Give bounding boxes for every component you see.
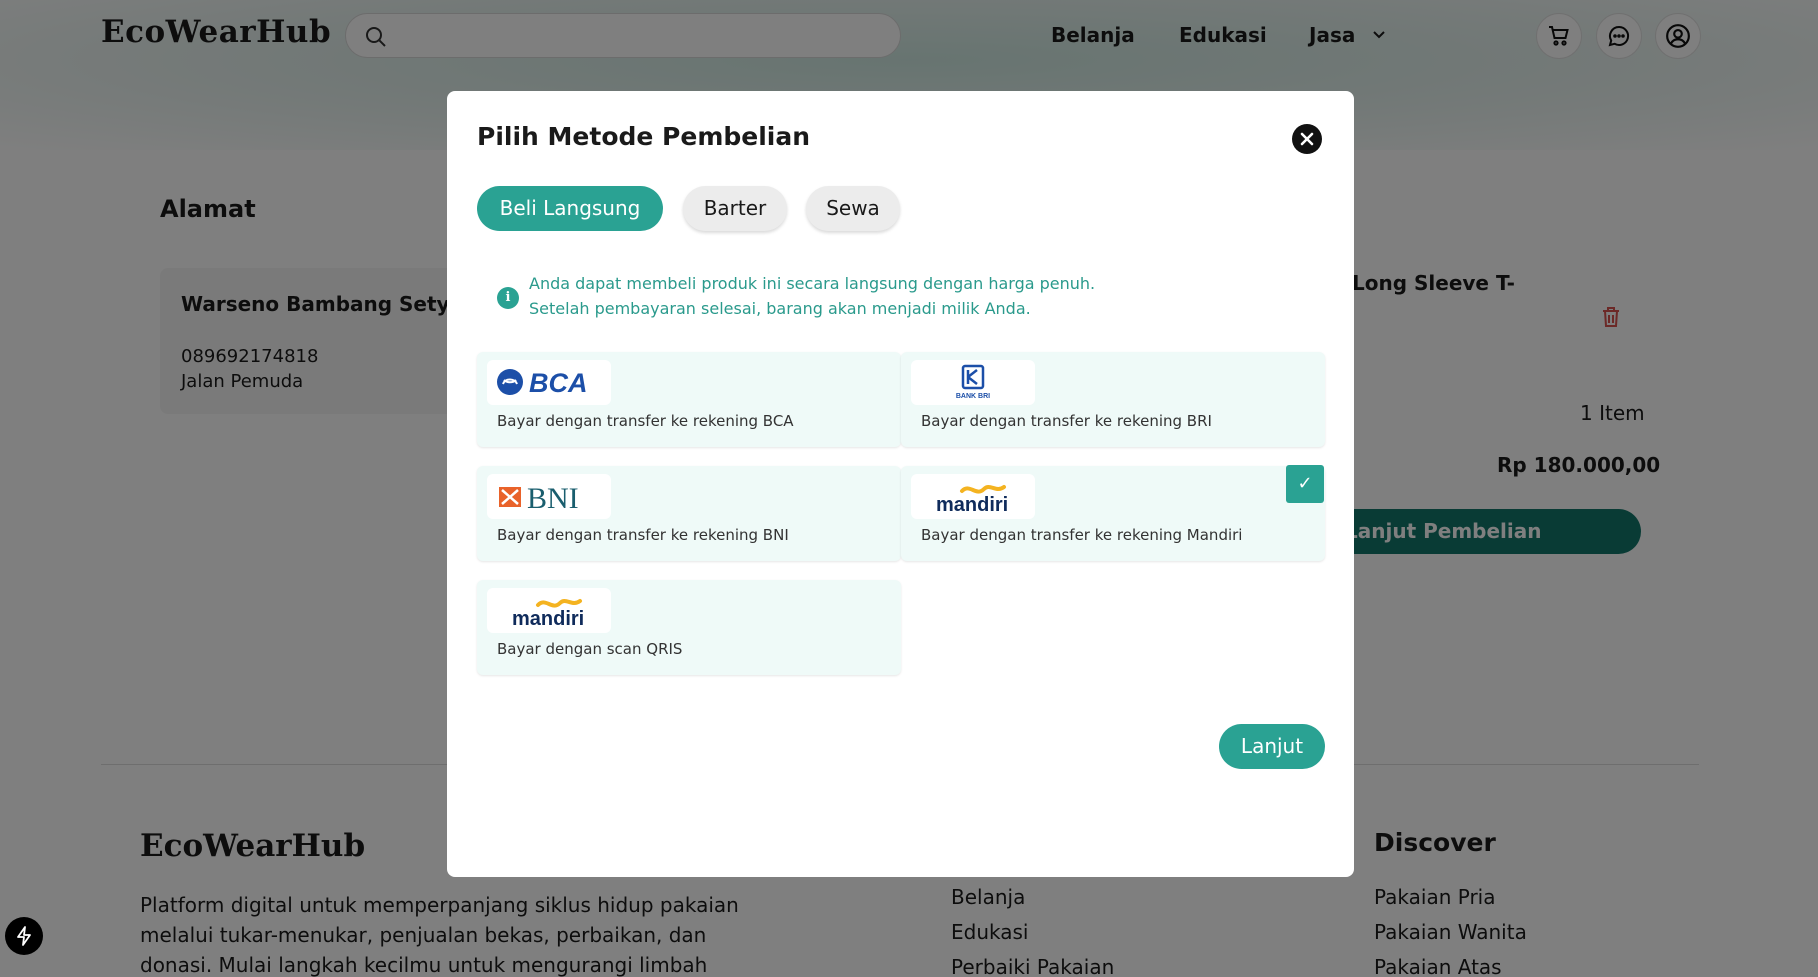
bri-logo-mark: BANK BRI (956, 364, 990, 400)
continue-button[interactable]: Lanjut (1219, 724, 1325, 769)
check-icon: ✓ (1286, 465, 1324, 503)
bri-logo: BANK BRI (911, 360, 1035, 405)
close-icon (1300, 132, 1314, 146)
qris-logo-text: mandiri (512, 608, 584, 629)
bca-logo-mark: BCA (497, 368, 588, 398)
purchase-method-modal: Pilih Metode Pembelian Beli Langsung Bar… (447, 91, 1354, 877)
mandiri-logo: mandiri (911, 474, 1035, 519)
qris-logo: mandiri (487, 588, 611, 633)
tab-barter[interactable]: Barter (683, 186, 787, 231)
mandiri-logo-mark: mandiri (936, 484, 1008, 515)
modal-title: Pilih Metode Pembelian (477, 122, 811, 151)
payment-method-bca[interactable]: BCA Bayar dengan transfer ke rekening BC… (477, 352, 901, 447)
bni-logo-text: BNI (527, 482, 579, 515)
payment-method-mandiri[interactable]: mandiri Bayar dengan transfer ke rekenin… (901, 466, 1325, 561)
bolt-icon (17, 926, 31, 946)
method-label: Bayar dengan transfer ke rekening BNI (497, 526, 789, 544)
method-label: Bayar dengan transfer ke rekening Mandir… (921, 526, 1243, 544)
payment-method-bri[interactable]: BANK BRI Bayar dengan transfer ke rekeni… (901, 352, 1325, 447)
method-label: Bayar dengan scan QRIS (497, 640, 683, 658)
info-line-1: Anda dapat membeli produk ini secara lan… (529, 274, 1096, 293)
payment-method-qris[interactable]: mandiri Bayar dengan scan QRIS (477, 580, 901, 675)
info-line-2: Setelah pembayaran selesai, barang akan … (529, 299, 1031, 318)
bca-logo-text: BCA (529, 368, 588, 398)
payment-method-bni[interactable]: BNI Bayar dengan transfer ke rekening BN… (477, 466, 901, 561)
qris-logo-mark: mandiri (512, 598, 584, 629)
bni-logo-mark: BNI (499, 482, 579, 515)
mandiri-logo-text: mandiri (936, 494, 1008, 515)
dev-tools-button[interactable] (5, 917, 43, 955)
tab-beli-langsung[interactable]: Beli Langsung (477, 186, 663, 231)
info-text: Anda dapat membeli produk ini secara lan… (529, 271, 1095, 321)
bri-logo-text: BANK BRI (956, 393, 990, 400)
bni-logo: BNI (487, 474, 611, 519)
close-button[interactable] (1292, 124, 1322, 154)
bca-logo: BCA (487, 360, 611, 405)
method-label: Bayar dengan transfer ke rekening BCA (497, 412, 794, 430)
info-icon: i (497, 287, 519, 309)
method-label: Bayar dengan transfer ke rekening BRI (921, 412, 1212, 430)
tab-sewa[interactable]: Sewa (806, 186, 900, 231)
